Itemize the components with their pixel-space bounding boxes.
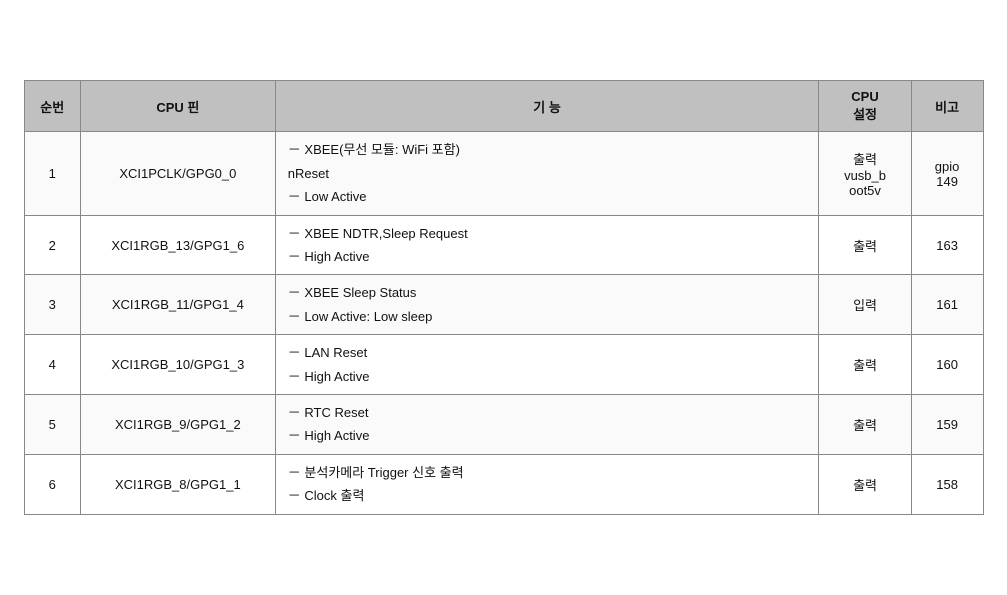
cell-note: gpio149 [911,132,983,215]
cell-function: － XBEE NDTR,Sleep Request－ High Active [275,215,819,275]
cell-pin: XCI1RGB_13/GPG1_6 [80,215,275,275]
function-line: － High Active [288,365,811,388]
cell-cpu-setting: 출력 [819,335,911,395]
table-row: 3XCI1RGB_11/GPG1_4－ XBEE Sleep Status－ L… [24,275,983,335]
cell-pin: XCI1RGB_10/GPG1_3 [80,335,275,395]
cell-function: － LAN Reset－ High Active [275,335,819,395]
cell-seq: 5 [24,394,80,454]
cell-seq: 2 [24,215,80,275]
cell-seq: 4 [24,335,80,395]
cell-cpu-setting: 입력 [819,275,911,335]
cell-cpu-setting: 출력 [819,394,911,454]
function-line: － Low Active: Low sleep [288,305,811,328]
header-func: 기 능 [275,81,819,132]
table-row: 4XCI1RGB_10/GPG1_3－ LAN Reset－ High Acti… [24,335,983,395]
cell-note: 158 [911,454,983,514]
function-line: － XBEE Sleep Status [288,281,811,304]
function-line: － Clock 출력 [288,484,811,507]
cell-function: － XBEE Sleep Status－ Low Active: Low sle… [275,275,819,335]
cell-pin: XCI1PCLK/GPG0_0 [80,132,275,215]
cell-cpu-setting: 출력 [819,454,911,514]
function-line: － RTC Reset [288,401,811,424]
cell-note: 161 [911,275,983,335]
cell-function: － RTC Reset－ High Active [275,394,819,454]
cell-cpu-setting: 출력 [819,215,911,275]
table-row: 2XCI1RGB_13/GPG1_6－ XBEE NDTR,Sleep Requ… [24,215,983,275]
header-seq: 순번 [24,81,80,132]
cpu-pin-table: 순번 CPU 핀 기 능 CPU설정 비고 1XCI1PCLK/GPG0_0－ … [24,80,984,514]
function-line: － LAN Reset [288,341,811,364]
function-line: － XBEE(무선 모듈: WiFi 포함) [288,138,811,161]
cell-pin: XCI1RGB_8/GPG1_1 [80,454,275,514]
function-line: － Low Active [288,185,811,208]
main-table-container: 순번 CPU 핀 기 능 CPU설정 비고 1XCI1PCLK/GPG0_0－ … [24,80,984,514]
header-cpu-setting: CPU설정 [819,81,911,132]
function-line: － High Active [288,424,811,447]
table-row: 1XCI1PCLK/GPG0_0－ XBEE(무선 모듈: WiFi 포함) n… [24,132,983,215]
function-line: nReset [288,162,811,185]
cell-function: － XBEE(무선 모듈: WiFi 포함) nReset－ Low Activ… [275,132,819,215]
table-header-row: 순번 CPU 핀 기 능 CPU설정 비고 [24,81,983,132]
cell-note: 163 [911,215,983,275]
cell-pin: XCI1RGB_11/GPG1_4 [80,275,275,335]
table-row: 6XCI1RGB_8/GPG1_1－ 분석카메라 Trigger 신호 출력－ … [24,454,983,514]
table-row: 5XCI1RGB_9/GPG1_2－ RTC Reset－ High Activ… [24,394,983,454]
cell-seq: 1 [24,132,80,215]
cell-note: 159 [911,394,983,454]
cell-pin: XCI1RGB_9/GPG1_2 [80,394,275,454]
cell-function: － 분석카메라 Trigger 신호 출력－ Clock 출력 [275,454,819,514]
cell-seq: 3 [24,275,80,335]
cell-seq: 6 [24,454,80,514]
function-line: － XBEE NDTR,Sleep Request [288,222,811,245]
function-line: － High Active [288,245,811,268]
header-note: 비고 [911,81,983,132]
cell-cpu-setting: 출력vusb_boot5v [819,132,911,215]
cell-note: 160 [911,335,983,395]
header-pin: CPU 핀 [80,81,275,132]
function-line: － 분석카메라 Trigger 신호 출력 [288,461,811,484]
